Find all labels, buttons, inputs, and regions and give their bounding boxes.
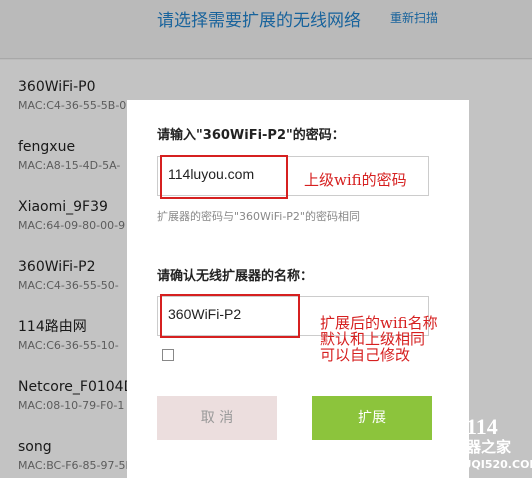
hide-ssid-checkbox[interactable] bbox=[162, 349, 174, 361]
password-hint: 扩展器的密码与"360WiFi-P2"的密码相同 bbox=[157, 210, 360, 223]
password-highlight-box bbox=[160, 155, 288, 199]
extend-button[interactable]: 扩展 bbox=[312, 396, 432, 440]
password-label: 请输入"360WiFi-P2"的密码： bbox=[157, 128, 345, 143]
watermark-url: LUYOUQI520.COM bbox=[430, 458, 532, 471]
watermark-site-name: 路由器之家 bbox=[436, 438, 512, 456]
cancel-button[interactable]: 取 消 bbox=[157, 396, 277, 440]
site-watermark: 114 路由器之家 LUYOUQI520.COM bbox=[428, 414, 532, 478]
name-annotation-line3: 可以自己修改 bbox=[320, 346, 411, 364]
name-label: 请确认无线扩展器的名称： bbox=[157, 269, 314, 284]
name-highlight-box bbox=[160, 294, 300, 338]
password-annotation: 上级wifi的密码 bbox=[304, 171, 407, 189]
